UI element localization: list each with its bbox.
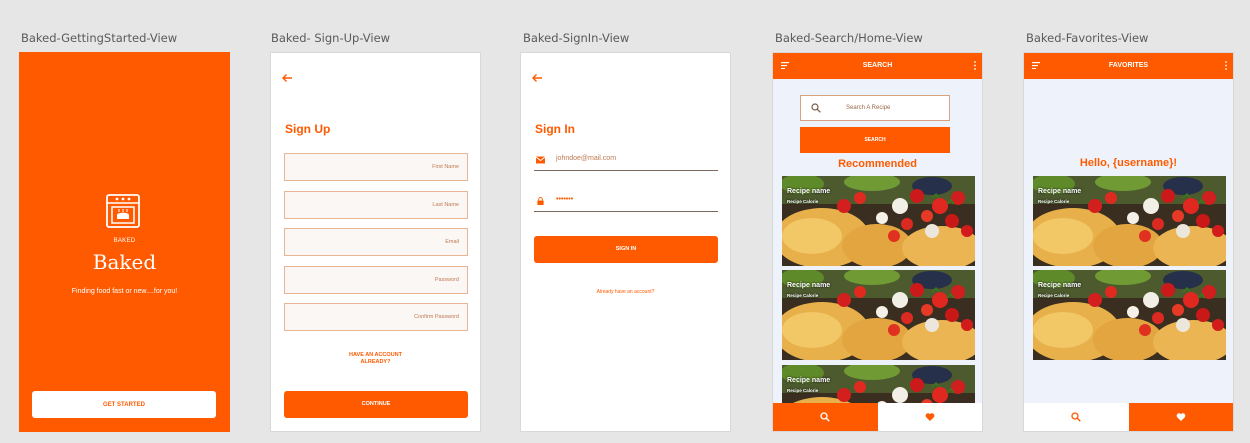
recipe-calorie: Recipe Calorie <box>787 293 819 298</box>
recipe-card[interactable]: Recipe name Recipe Calorie <box>1033 176 1226 266</box>
recipe-calorie: Recipe Calorie <box>1038 293 1070 298</box>
have-account-line-2: ALREADY? <box>360 359 391 365</box>
favorites-screen: FAVORITES Hello, {username}! Recipe name… <box>1023 52 1234 432</box>
already-account-link[interactable]: Already have an account? <box>521 289 730 295</box>
nav-tab-favorites[interactable] <box>877 403 982 431</box>
more-options-icon[interactable] <box>1225 61 1227 70</box>
search-icon <box>811 103 821 113</box>
favorites-header-title: FAVORITES <box>1108 62 1149 69</box>
signup-screen: Sign Up First Name Last Name Email Passw… <box>270 52 481 432</box>
artboard-label-getting-started: Baked-GettingStarted-View <box>21 31 178 45</box>
mail-icon <box>536 156 545 164</box>
recipe-card[interactable]: Recipe name Recipe Calorie <box>782 270 975 360</box>
recipe-card[interactable]: Recipe name Recipe Calorie <box>782 176 975 266</box>
search-screen: SEARCH Search A Recipe SEARCH Recommende… <box>772 52 983 432</box>
continue-button[interactable]: CONTINUE <box>284 391 468 418</box>
password-field[interactable]: Password <box>284 266 468 294</box>
lock-icon <box>537 197 544 205</box>
artboard-label-favorites: Baked-Favorites-View <box>1026 31 1149 45</box>
search-icon <box>1071 412 1082 422</box>
artboard-label-search: Baked-Search/Home-View <box>775 31 923 45</box>
bottom-nav <box>773 403 982 431</box>
email-field[interactable]: Email <box>284 228 468 256</box>
search-topbar: SEARCH <box>773 53 982 79</box>
oven-icon <box>106 194 140 228</box>
search-input[interactable]: Search A Recipe <box>800 95 950 121</box>
nav-tab-favorites[interactable] <box>1128 403 1233 431</box>
recipe-name: Recipe name <box>1038 188 1082 195</box>
greeting-title: Hello, {username}! <box>1079 157 1178 169</box>
recipe-calorie: Recipe Calorie <box>787 388 819 393</box>
heart-icon <box>925 413 935 421</box>
getting-started-screen: BAKED Baked Finding food fast or new....… <box>19 52 230 432</box>
heart-icon <box>1176 413 1186 421</box>
recipe-name: Recipe name <box>787 188 831 195</box>
recipe-calorie: Recipe Calorie <box>1038 199 1070 204</box>
search-icon <box>820 412 831 422</box>
get-started-button[interactable]: GET STARTED <box>32 391 216 418</box>
email-input[interactable]: johndoe@mail.com <box>534 151 718 171</box>
recipe-name: Recipe name <box>787 377 831 384</box>
nav-tab-search[interactable] <box>773 403 878 431</box>
have-account-link[interactable]: HAVE AN ACCOUNT ALREADY? <box>271 352 480 366</box>
search-button[interactable]: SEARCH <box>800 127 950 153</box>
artboard-label-signin: Baked-SignIn-View <box>523 31 630 45</box>
have-account-line-1: HAVE AN ACCOUNT <box>349 352 402 358</box>
app-title: Baked <box>92 250 157 274</box>
more-options-icon[interactable] <box>974 61 976 70</box>
hamburger-menu-icon[interactable] <box>781 62 789 69</box>
recipe-calorie: Recipe Calorie <box>787 199 819 204</box>
confirm-password-field[interactable]: Confirm Password <box>284 303 468 331</box>
signup-title: Sign Up <box>285 122 331 136</box>
recipe-card[interactable]: Recipe name Recipe Calorie <box>1033 270 1226 360</box>
back-arrow-icon[interactable] <box>281 73 293 83</box>
search-placeholder: Search A Recipe <box>846 105 891 111</box>
bottom-nav <box>1024 403 1233 431</box>
recipe-name: Recipe name <box>1038 282 1082 289</box>
password-input[interactable]: ••••••• <box>534 192 718 212</box>
password-value: ••••••• <box>556 196 574 203</box>
favorites-topbar: FAVORITES <box>1024 53 1233 79</box>
last-name-field[interactable]: Last Name <box>284 191 468 219</box>
recommended-title: Recommended <box>838 158 917 170</box>
signin-screen: Sign In johndoe@mail.com ••••••• SIGN IN… <box>520 52 731 432</box>
brand-small-label: BAKED <box>113 238 136 244</box>
hamburger-menu-icon[interactable] <box>1032 62 1040 69</box>
artboard-label-signup: Baked- Sign-Up-View <box>271 31 391 45</box>
back-arrow-icon[interactable] <box>531 73 543 83</box>
recipe-name: Recipe name <box>787 282 831 289</box>
sign-in-button[interactable]: SIGN IN <box>534 236 718 263</box>
email-value: johndoe@mail.com <box>556 155 617 162</box>
signin-title: Sign In <box>535 122 575 136</box>
first-name-field[interactable]: First Name <box>284 153 468 181</box>
search-header-title: SEARCH <box>862 62 893 69</box>
nav-tab-search[interactable] <box>1024 403 1129 431</box>
tagline: Finding food fast or new....for you! <box>71 288 178 295</box>
